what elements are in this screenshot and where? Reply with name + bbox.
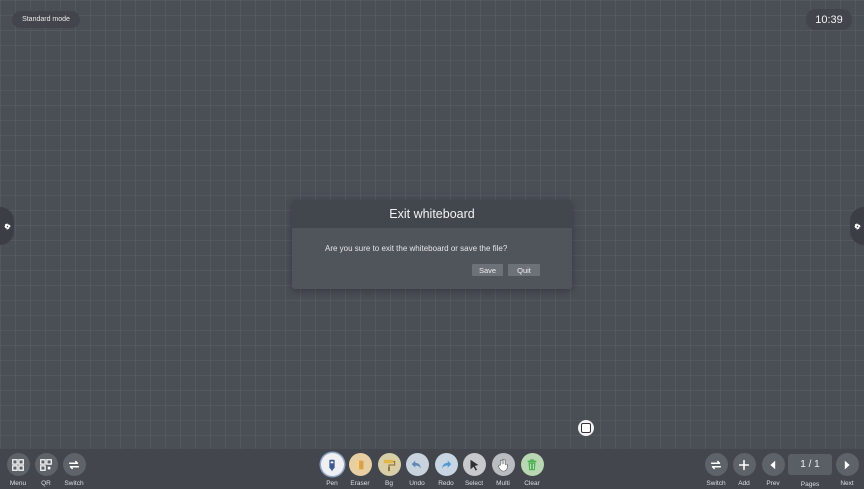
page-counter-value: 1 / 1 bbox=[800, 459, 820, 470]
tool-label: Multi bbox=[496, 480, 510, 487]
left-settings-tab[interactable] bbox=[0, 207, 14, 245]
next-page-button[interactable]: Next bbox=[834, 453, 860, 487]
right-settings-tab[interactable] bbox=[850, 207, 864, 245]
switch-icon bbox=[710, 460, 722, 469]
next-arrow-icon bbox=[844, 460, 850, 469]
undo-icon bbox=[411, 460, 421, 468]
clock: 10:39 bbox=[806, 9, 852, 30]
eraser-tool[interactable]: Eraser bbox=[347, 453, 373, 487]
add-page-button[interactable]: Add bbox=[731, 453, 757, 487]
page-counter[interactable]: 1 / 1 bbox=[788, 454, 832, 475]
menu-grid-icon bbox=[12, 458, 24, 471]
mode-label: Standard mode bbox=[22, 16, 70, 23]
prev-page-button[interactable]: Prev bbox=[760, 453, 786, 487]
gear-icon bbox=[853, 222, 861, 229]
switch-icon bbox=[68, 460, 80, 469]
dialog-message: Are you sure to exit the whiteboard or s… bbox=[325, 244, 508, 253]
clear-button[interactable]: Clear bbox=[519, 453, 545, 487]
select-tool[interactable]: Select bbox=[461, 453, 487, 487]
tool-label: Redo bbox=[438, 480, 454, 487]
prev-arrow-icon bbox=[770, 460, 776, 469]
tool-label: Clear bbox=[524, 480, 540, 487]
paint-roller-icon bbox=[383, 459, 396, 471]
dialog-title: Exit whiteboard bbox=[292, 200, 572, 228]
switch-button-right[interactable]: Switch bbox=[703, 453, 729, 487]
select-arrow-icon bbox=[470, 459, 479, 471]
tool-label: Prev bbox=[766, 480, 780, 487]
menu-button[interactable]: Menu bbox=[5, 453, 31, 487]
qr-button[interactable]: QR bbox=[33, 453, 59, 487]
redo-icon bbox=[442, 460, 452, 468]
tool-label: Bg bbox=[385, 480, 393, 487]
pen-tool[interactable]: Pen bbox=[319, 453, 345, 487]
tool-label: Eraser bbox=[350, 480, 370, 487]
quit-button[interactable]: Quit bbox=[508, 264, 540, 276]
tool-label: Undo bbox=[409, 480, 425, 487]
pen-icon bbox=[329, 459, 335, 471]
bottom-toolbar: Menu QR Switch Pen Eraser Bg Undo Redo S… bbox=[0, 449, 864, 489]
plus-icon bbox=[738, 459, 750, 470]
pages-label: Pages bbox=[800, 481, 820, 488]
eraser-icon bbox=[356, 460, 364, 469]
multi-touch-tool[interactable]: Multi bbox=[490, 453, 516, 487]
qr-icon bbox=[40, 458, 52, 471]
tool-label: Pen bbox=[326, 480, 338, 487]
tool-label: Next bbox=[840, 480, 854, 487]
exit-dialog: Exit whiteboard Are you sure to exit the… bbox=[292, 200, 572, 289]
tool-label: QR bbox=[41, 480, 51, 487]
save-button[interactable]: Save bbox=[472, 264, 503, 276]
floating-cursor-handle[interactable] bbox=[578, 420, 594, 436]
clock-time: 10:39 bbox=[815, 13, 843, 26]
undo-button[interactable]: Undo bbox=[404, 453, 430, 487]
tool-label: Switch bbox=[64, 480, 84, 487]
switch-button-left[interactable]: Switch bbox=[61, 453, 87, 487]
multi-touch-hand-icon bbox=[498, 458, 508, 471]
tool-label: Menu bbox=[9, 480, 27, 487]
background-tool[interactable]: Bg bbox=[376, 453, 402, 487]
tool-label: Select bbox=[464, 480, 484, 487]
trash-icon bbox=[527, 458, 537, 470]
tool-label: Switch bbox=[706, 480, 726, 487]
mode-indicator[interactable]: Standard mode bbox=[12, 11, 80, 28]
redo-button[interactable]: Redo bbox=[433, 453, 459, 487]
gear-icon bbox=[3, 222, 11, 229]
tool-label: Add bbox=[738, 480, 750, 487]
